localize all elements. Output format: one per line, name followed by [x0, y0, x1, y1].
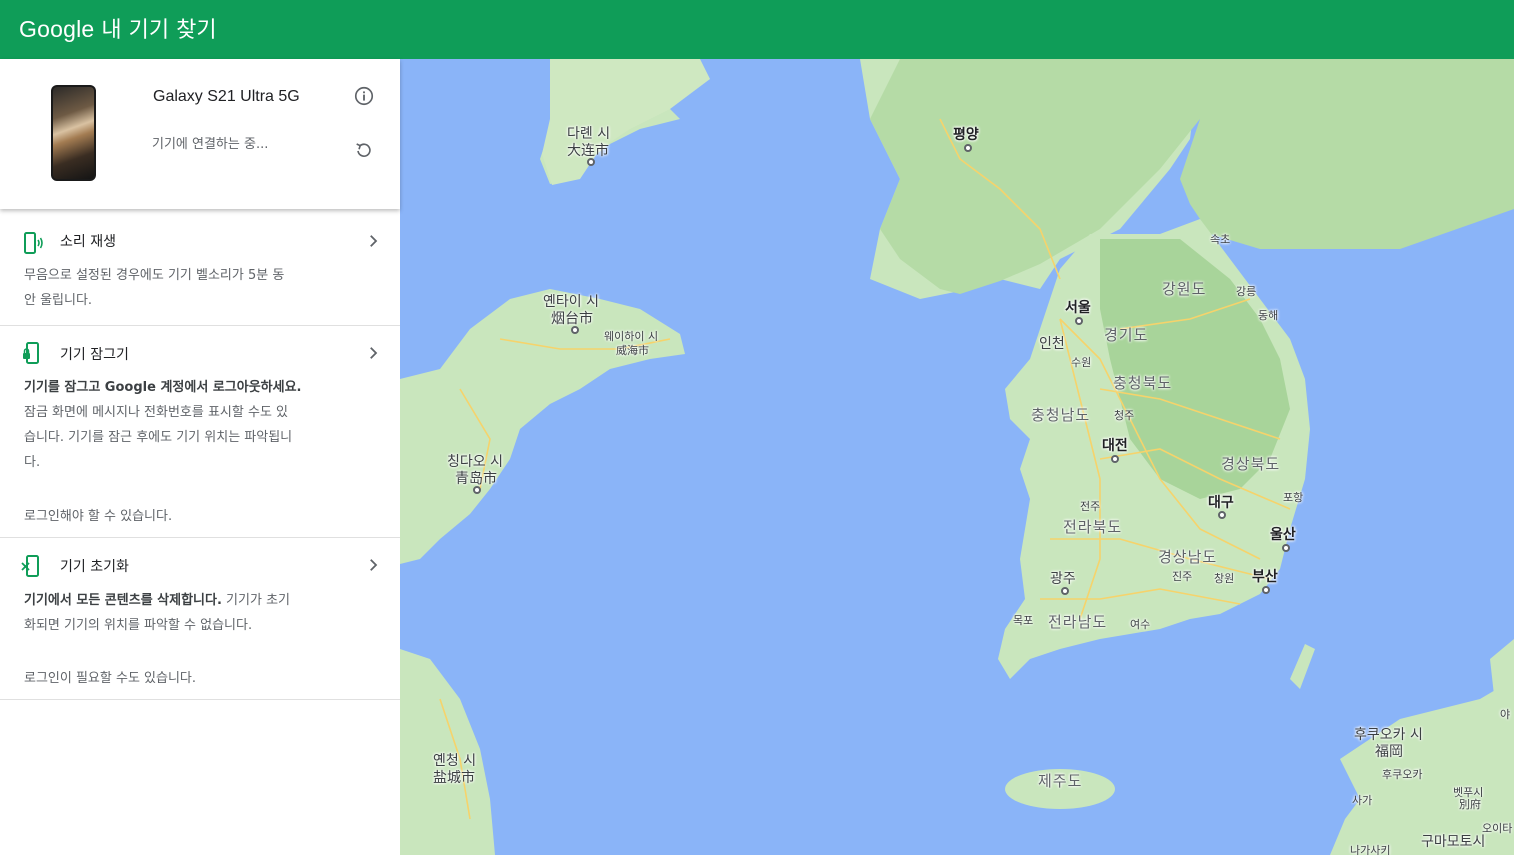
map-label-weihai-zh: 威海市: [616, 344, 649, 357]
erase-device-description: 기기에서 모든 콘텐츠를 삭제합니다. 기기가 초기 화되면 기기의 위치를 파…: [24, 593, 290, 633]
erase-device-title: 기기 초기화: [60, 559, 129, 575]
lock-device-title: 기기 잠그기: [60, 347, 129, 363]
side-panel: Galaxy S21 Ultra 5G 기기에 연결하는 중... 소리 재생 …: [0, 59, 400, 855]
map-marker-seoul: [1075, 317, 1083, 325]
map-label-gwangju: 광주: [1050, 571, 1076, 587]
play-sound-action[interactable]: 소리 재생 무음으로 설정된 경우에도 기기 벨소리가 5분 동 안 울립니다.: [0, 209, 400, 326]
map-label-gangneung: 강릉: [1236, 285, 1257, 298]
map-label-yeosu: 여수: [1130, 618, 1151, 631]
map-label-changwon: 창원: [1214, 572, 1235, 585]
map-label-sokcho: 속초: [1210, 233, 1231, 246]
refresh-icon: [356, 143, 371, 157]
lock-device-action[interactable]: 기기 잠그기 기기를 잠그고 Google 계정에서 로그아웃하세요. 잠금 화…: [0, 326, 400, 538]
map-marker-daejeon: [1111, 455, 1119, 463]
chevron-right-icon: [370, 559, 378, 571]
app-header: Google 내 기기 찾기: [0, 0, 1514, 59]
map-label-qingdao-zh: 青岛市: [455, 471, 497, 487]
chevron-right-icon: [370, 235, 378, 247]
map-label-jinju: 진주: [1172, 570, 1193, 583]
map-label-ulsan: 울산: [1270, 527, 1296, 543]
brand-logo[interactable]: Google 내 기기 찾기: [19, 12, 217, 44]
map-label-jeonju: 전주: [1080, 500, 1101, 513]
map-marker-dalian: [587, 158, 595, 166]
map-label-qingdao-ko: 칭다오 시: [447, 454, 503, 470]
map-label-jeonnam: 전라남도: [1048, 613, 1108, 631]
map-label-fukuoka-ja: 福岡: [1375, 744, 1403, 760]
device-name: Galaxy S21 Ultra 5G: [153, 88, 300, 105]
map-label-fukuoka-small: 후쿠오카: [1382, 768, 1423, 781]
map-label-donghae: 동해: [1258, 309, 1279, 322]
map-marker-yantai: [571, 326, 579, 334]
lock-device-description: 기기를 잠그고 Google 계정에서 로그아웃하세요. 잠금 화면에 메시지나…: [24, 380, 302, 470]
map-label-jeonbuk: 전라북도: [1063, 518, 1123, 536]
info-button[interactable]: [352, 84, 376, 108]
map-label-jeju: 제주도: [1038, 772, 1083, 790]
map-marker-gwangju: [1061, 587, 1069, 595]
map-terrain: [400, 59, 1514, 855]
map-label-seoul: 서울: [1065, 300, 1091, 316]
map-marker-ulsan: [1282, 544, 1290, 552]
map-label-chungbuk: 충청북도: [1113, 374, 1173, 392]
google-wordmark: Google: [19, 16, 95, 42]
map-label-yantai-zh: 烟台市: [551, 311, 593, 327]
map-label-cheongju: 청주: [1114, 409, 1135, 422]
map-label-dalian-zh: 大连市: [567, 143, 609, 159]
info-icon: [354, 86, 374, 106]
map-label-mokpo: 목포: [1013, 614, 1034, 627]
map-label-saga: 사가: [1352, 794, 1373, 807]
device-image: [51, 85, 96, 181]
map-label-busan: 부산: [1252, 569, 1278, 585]
map-label-kumamoto: 구마모토시: [1421, 834, 1486, 850]
erase-device-action[interactable]: 기기 초기화 기기에서 모든 콘텐츠를 삭제합니다. 기기가 초기 화되면 기기…: [0, 538, 400, 700]
map-label-incheon: 인천: [1039, 336, 1065, 352]
map-label-oita: 오이타: [1482, 822, 1513, 835]
lock-device-note: 로그인해야 할 수 있습니다.: [24, 509, 173, 524]
map-view[interactable]: 다롄 시 大连市 평양 옌타이 시 烟台市 웨이하이 시 威海市 칭다오 시 青…: [400, 59, 1514, 855]
product-name: 내 기기 찾기: [101, 18, 217, 43]
map-label-yancheng-ko: 옌청 시: [433, 753, 477, 769]
map-label-dalian-ko: 다롄 시: [567, 126, 611, 142]
map-marker-daegu: [1218, 511, 1226, 519]
device-status: 기기에 연결하는 중...: [152, 137, 269, 152]
play-sound-description: 무음으로 설정된 경우에도 기기 벨소리가 5분 동 안 울립니다.: [24, 268, 285, 308]
map-marker-pyongyang: [964, 144, 972, 152]
map-label-nagasaki: 나가사키: [1350, 844, 1391, 855]
map-label-daegu: 대구: [1208, 495, 1234, 511]
map-label-pyongyang: 평양: [953, 127, 979, 143]
map-label-ya: 야: [1500, 708, 1511, 721]
map-label-chungnam: 충청남도: [1031, 406, 1091, 424]
phone-erase-icon: [21, 555, 39, 577]
map-label-yancheng-zh: 盐城市: [433, 770, 475, 786]
map-label-beppu-ja: 別府: [1459, 798, 1481, 811]
erase-device-note: 로그인이 필요할 수도 있습니다.: [24, 671, 197, 686]
map-label-fukuoka-ko: 후쿠오카 시: [1354, 727, 1423, 743]
chevron-right-icon: [370, 347, 378, 359]
play-sound-title: 소리 재생: [60, 234, 116, 250]
device-card: Galaxy S21 Ultra 5G 기기에 연결하는 중...: [0, 59, 400, 209]
map-label-gyeongnam: 경상남도: [1158, 548, 1218, 566]
refresh-button[interactable]: [352, 138, 376, 162]
phone-sound-icon: [24, 232, 43, 254]
map-label-gyeongbuk: 경상북도: [1221, 455, 1281, 473]
map-label-gangwon: 강원도: [1162, 280, 1207, 298]
map-marker-qingdao: [473, 486, 481, 494]
map-label-suwon: 수원: [1071, 356, 1092, 369]
map-label-pohang: 포항: [1283, 491, 1304, 504]
map-marker-busan: [1262, 586, 1270, 594]
phone-lock-icon: [23, 342, 39, 364]
map-label-daejeon: 대전: [1102, 438, 1128, 454]
map-label-gyeonggi: 경기도: [1104, 326, 1149, 344]
map-label-yantai-ko: 옌타이 시: [543, 294, 599, 310]
